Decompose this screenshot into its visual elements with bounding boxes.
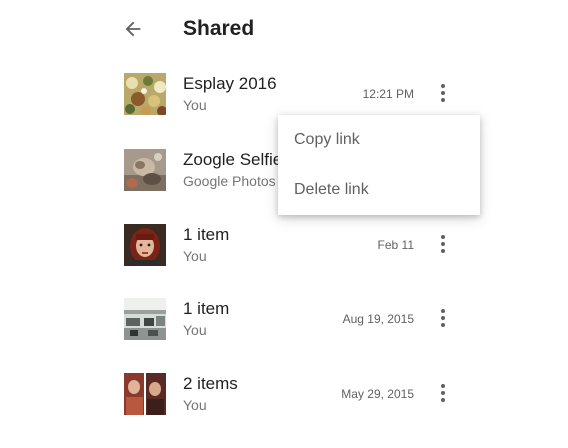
item-time: 12:21 PM [362, 87, 414, 101]
item-owner: You [183, 322, 207, 338]
album-thumbnail [124, 298, 166, 340]
item-title: Zoogle Selfie [183, 150, 283, 169]
arrow-back-icon [125, 21, 141, 37]
item-owner: Google Photos [183, 173, 276, 189]
item-owner: You [183, 248, 207, 264]
page-title: Shared [183, 17, 255, 40]
item-title: 1 item [183, 225, 230, 244]
more-vert-icon [441, 235, 445, 239]
album-thumbnail [124, 73, 166, 115]
list-item[interactable]: 1 item You Feb 11 [0, 224, 568, 299]
more-options-button[interactable] [431, 230, 455, 258]
copy-link-menu-item[interactable]: Copy link [278, 115, 480, 165]
more-options-button[interactable] [431, 79, 455, 107]
more-vert-icon [441, 309, 445, 313]
delete-link-menu-item[interactable]: Delete link [278, 165, 480, 215]
item-title: Esplay 2016 [183, 74, 277, 93]
item-owner: You [183, 97, 207, 113]
album-thumbnail [124, 373, 166, 415]
overflow-menu: Copy link Delete link [278, 115, 480, 215]
album-thumbnail [124, 224, 166, 266]
back-button[interactable] [118, 14, 148, 44]
more-options-button[interactable] [431, 304, 455, 332]
album-thumbnail [124, 149, 166, 191]
list-item[interactable]: 1 item You Aug 19, 2015 [0, 298, 568, 373]
item-title: 2 items [183, 374, 238, 393]
item-time: Aug 19, 2015 [342, 312, 414, 326]
more-vert-icon [441, 384, 445, 388]
item-title: 1 item [183, 299, 230, 318]
item-owner: You [183, 397, 207, 413]
more-options-button[interactable] [431, 379, 455, 407]
item-time: May 29, 2015 [341, 387, 414, 401]
list-item[interactable]: 2 items You May 29, 2015 [0, 373, 568, 448]
more-vert-icon [441, 84, 445, 88]
shared-screen: Shared Esplay 2016 You 12:21 PM Zoogle S… [0, 0, 568, 448]
item-time: Feb 11 [377, 238, 414, 252]
